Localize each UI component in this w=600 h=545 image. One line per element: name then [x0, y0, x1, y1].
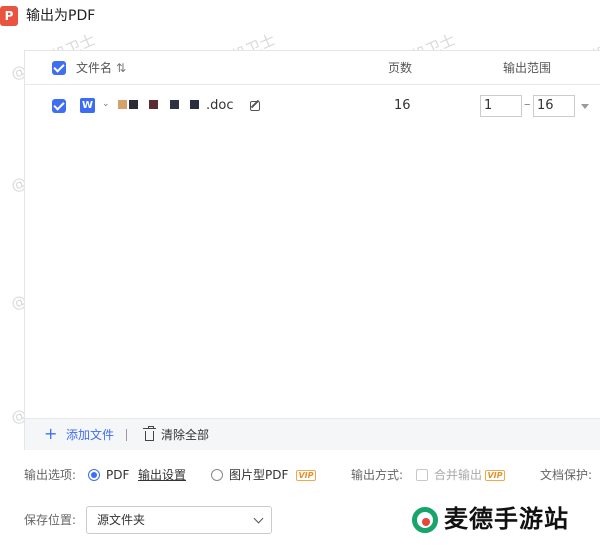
- vip-badge: VIP: [296, 470, 316, 481]
- obscured-filename-block: [129, 100, 138, 109]
- file-list-panel: 文件名 ⇅ 页数 输出范围 W ⌄ .doc 16 1 – 16 + 添加文件 …: [24, 50, 600, 450]
- row-checkbox[interactable]: [52, 99, 66, 113]
- output-settings-link[interactable]: 输出设置: [138, 467, 186, 483]
- brand-logo-icon: [412, 507, 438, 533]
- file-name-prefix: ⌄: [102, 99, 110, 109]
- column-header-range: 输出范围: [503, 61, 552, 75]
- range-separator: –: [524, 97, 531, 112]
- image-pdf-radio-label[interactable]: 图片型PDF: [229, 467, 288, 483]
- output-method-label: 输出方式:: [351, 468, 404, 482]
- edit-icon[interactable]: [250, 101, 260, 111]
- clear-all-button[interactable]: 清除全部: [161, 427, 209, 443]
- add-file-button[interactable]: 添加文件: [66, 427, 114, 443]
- range-from-input[interactable]: 1: [480, 95, 522, 117]
- obscured-filename-block: [149, 100, 158, 109]
- save-location-label: 保存位置:: [24, 513, 77, 527]
- document-protection-label: 文档保护:: [540, 468, 593, 482]
- vip-badge: VIP: [485, 470, 505, 481]
- divider: [126, 429, 127, 441]
- pdf-radio[interactable]: [88, 469, 100, 481]
- merge-output-checkbox[interactable]: [416, 469, 428, 481]
- pdf-radio-label[interactable]: PDF: [106, 467, 129, 483]
- brand-text: 麦德手游站: [444, 505, 569, 533]
- image-pdf-radio[interactable]: [211, 469, 223, 481]
- column-header-pages: 页数: [388, 61, 413, 75]
- obscured-filename-block: [170, 100, 179, 109]
- window-title: 输出为PDF: [26, 8, 96, 24]
- column-header-filename: 文件名: [76, 61, 113, 75]
- page-count: 16: [394, 98, 411, 113]
- save-location-value: 源文件夹: [97, 513, 146, 527]
- output-options-label: 输出选项:: [24, 468, 77, 482]
- merge-output-label: 合并输出: [434, 468, 483, 482]
- plus-icon[interactable]: +: [44, 426, 57, 442]
- table-row[interactable]: W ⌄ .doc 16 1 – 16: [25, 89, 600, 121]
- sort-icon[interactable]: ⇅: [116, 61, 126, 75]
- obscured-filename-block: [190, 100, 199, 109]
- app-pdf-icon: P: [0, 6, 18, 26]
- word-document-icon: W: [80, 98, 95, 113]
- select-all-checkbox[interactable]: [52, 61, 66, 75]
- trash-icon[interactable]: [143, 426, 156, 441]
- obscured-filename-block: [118, 100, 127, 109]
- table-header: 文件名 ⇅ 页数 输出范围: [25, 51, 600, 85]
- range-to-input[interactable]: 16: [533, 95, 575, 117]
- file-actions-bar: + 添加文件 清除全部: [25, 418, 600, 450]
- file-name-extension: .doc: [206, 98, 234, 113]
- chevron-down-icon: [253, 513, 264, 524]
- range-dropdown-arrow-icon[interactable]: [581, 104, 589, 109]
- save-location-select[interactable]: 源文件夹: [86, 506, 272, 534]
